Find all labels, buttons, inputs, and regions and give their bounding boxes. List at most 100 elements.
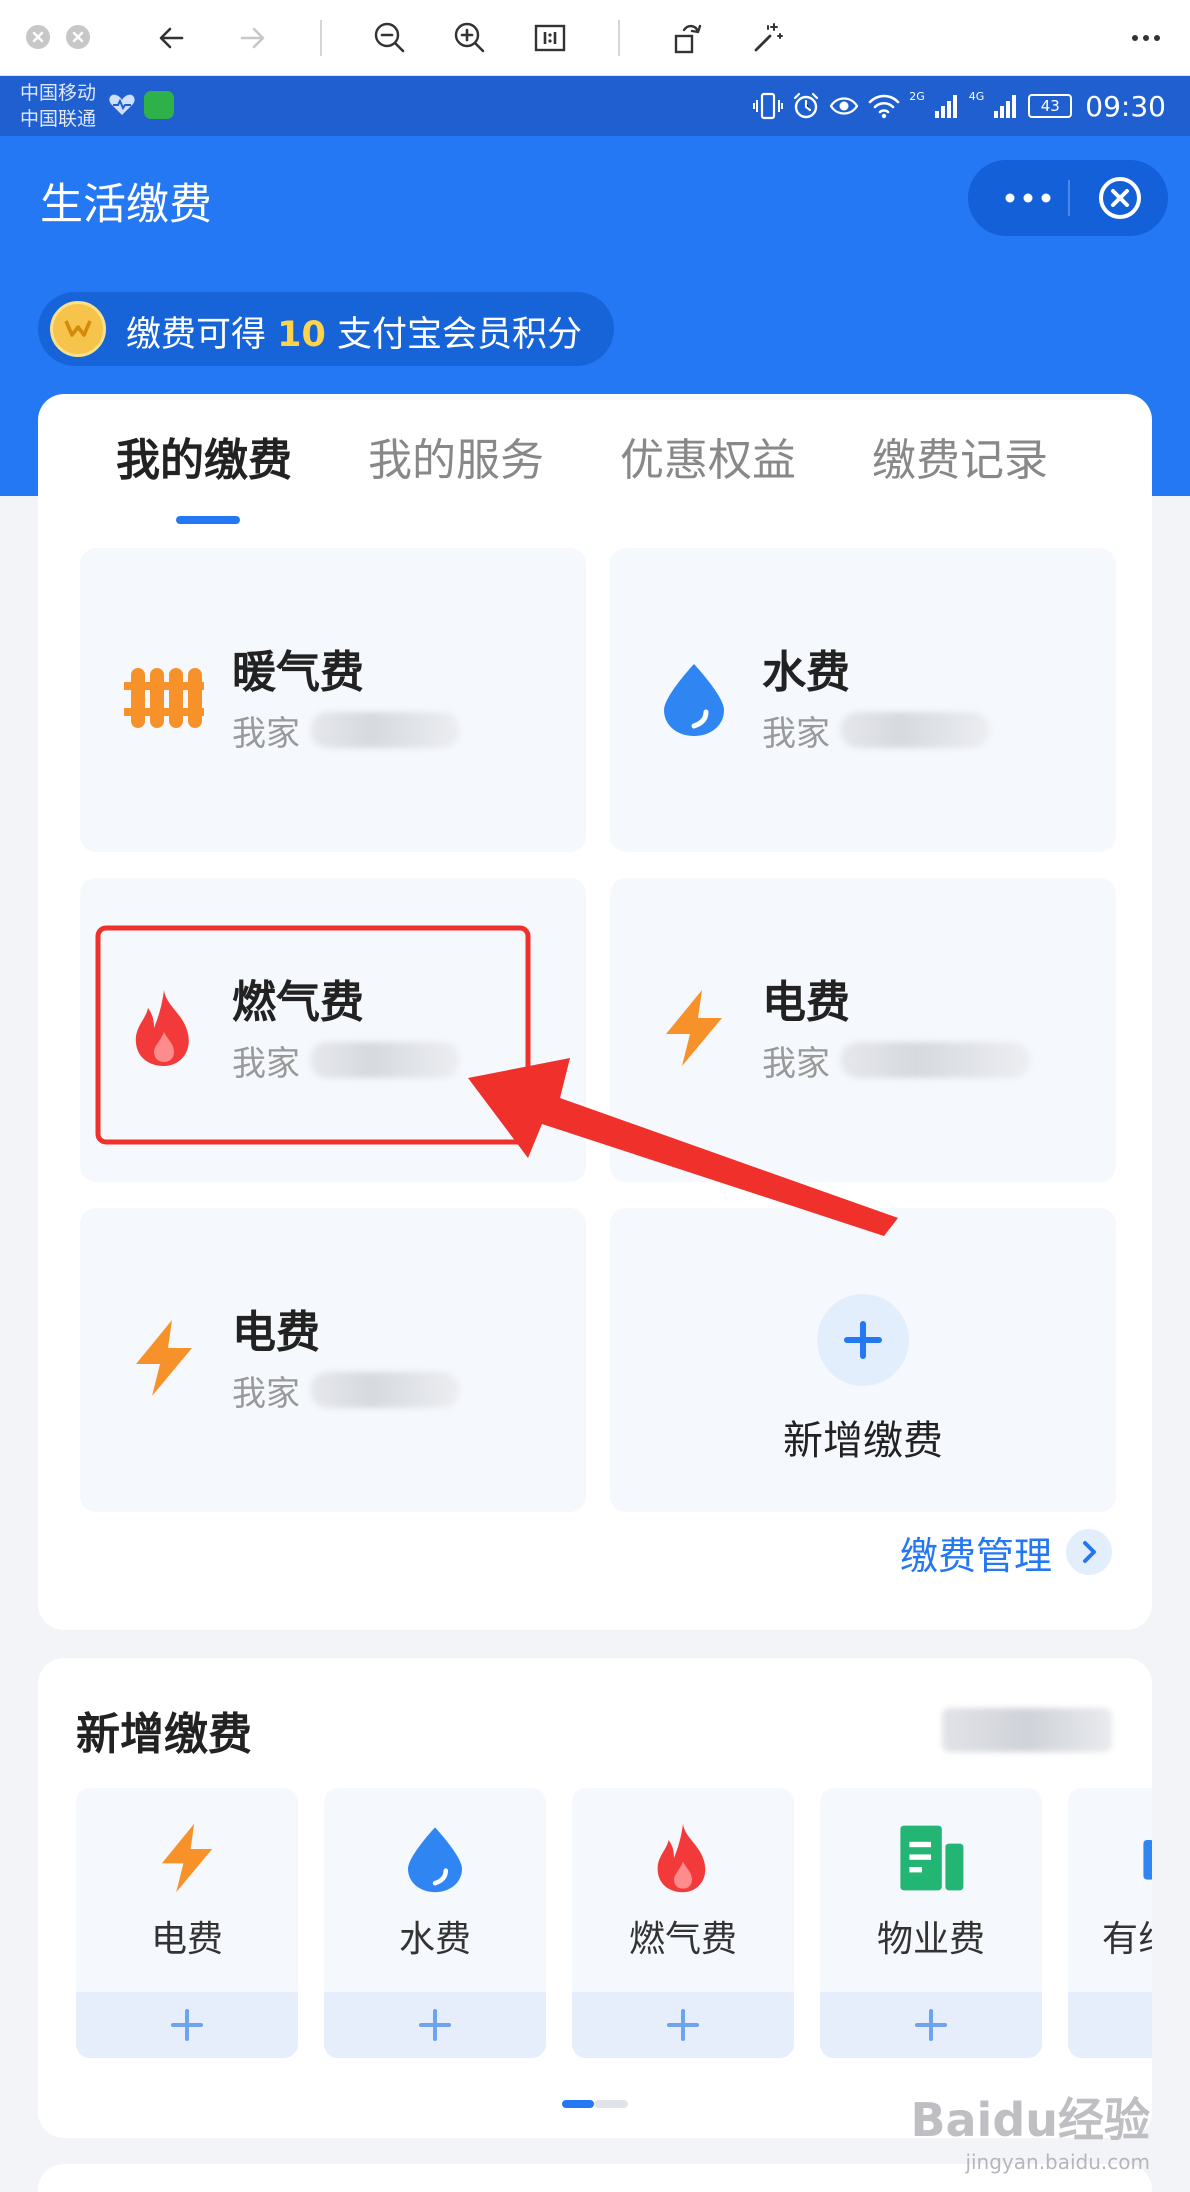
clock-time: 09:30 xyxy=(1085,89,1166,123)
close-window-icon[interactable] xyxy=(26,25,50,49)
battery-level: 43 xyxy=(1028,94,1073,118)
vibrate-icon xyxy=(753,92,784,120)
forward-arrow-icon[interactable] xyxy=(234,20,270,56)
tab-my-payments[interactable]: 我的缴费 xyxy=(116,424,292,488)
toolbar-divider xyxy=(320,20,322,56)
tab-payment-records[interactable]: 缴费记录 xyxy=(872,424,1048,488)
payment-account-label: 我家 xyxy=(762,1044,830,1084)
back-arrow-icon[interactable] xyxy=(154,20,190,56)
plus-icon xyxy=(915,2009,947,2041)
lightning-icon xyxy=(666,990,722,1066)
add-button[interactable] xyxy=(1068,1992,1152,2058)
payment-tile-electricity[interactable]: 电费 我家 xyxy=(610,878,1116,1182)
new-payment-water[interactable]: 水费 xyxy=(324,1788,546,2058)
radiator-icon xyxy=(124,668,204,728)
zoom-in-icon[interactable] xyxy=(452,20,488,56)
page-title: 生活缴费 xyxy=(40,180,212,230)
redacted-account-number xyxy=(310,1372,460,1408)
redacted-location xyxy=(942,1708,1112,1752)
image-viewer-toolbar xyxy=(0,0,1190,76)
payment-account-label: 我家 xyxy=(232,714,300,754)
payment-name: 暖气费 xyxy=(232,647,364,698)
carrier-name: 中国联通 xyxy=(20,108,97,130)
medal-icon xyxy=(50,301,106,357)
chevron-right-icon xyxy=(1066,1529,1112,1575)
payment-account-label: 我家 xyxy=(232,1374,300,1414)
mini-program-capsule xyxy=(968,160,1168,236)
promo-text: 缴费可得 10 支付宝会员积分 xyxy=(126,315,583,355)
new-payment-label: 有线 xyxy=(1102,1919,1152,1960)
health-heart-icon xyxy=(109,94,135,115)
wifi-icon xyxy=(868,94,900,119)
payment-tile-heating[interactable]: 暖气费 我家 xyxy=(80,548,586,852)
water-drop-icon xyxy=(664,664,724,736)
payment-name: 电费 xyxy=(232,1307,320,1358)
pagination-dot xyxy=(594,2100,628,2108)
new-payment-cable-tv[interactable]: 有线 xyxy=(1068,1788,1152,2058)
gas-flame-icon xyxy=(657,1823,706,1893)
payment-management-label: 缴费管理 xyxy=(899,1533,1052,1578)
new-payment-label: 电费 xyxy=(150,1919,223,1960)
eye-comfort-icon xyxy=(829,97,859,115)
toolbar-divider xyxy=(618,20,620,56)
magic-wand-icon[interactable] xyxy=(750,20,786,56)
new-payment-property[interactable]: 物业费 xyxy=(820,1788,1042,2058)
signal-strength-icon xyxy=(994,95,1017,118)
payment-account-label: 我家 xyxy=(762,714,830,754)
lightning-icon xyxy=(161,1823,213,1893)
tab-my-services[interactable]: 我的服务 xyxy=(368,424,544,488)
plus-icon xyxy=(844,1321,882,1359)
payment-name: 水费 xyxy=(762,647,850,698)
gas-flame-icon xyxy=(135,990,189,1066)
plus-icon xyxy=(171,2009,203,2041)
add-circle xyxy=(817,1294,909,1386)
section-title: 新增缴费 xyxy=(76,1709,252,1760)
baidu-watermark: Baidu经验 jingyan.baidu.com xyxy=(910,2084,1150,2174)
new-payment-label: 物业费 xyxy=(876,1919,985,1960)
actual-size-icon[interactable] xyxy=(532,20,568,56)
network-type-label: 4G xyxy=(968,90,985,103)
redacted-account-number xyxy=(310,1042,460,1078)
add-button[interactable] xyxy=(324,1992,546,2058)
watermark-url: jingyan.baidu.com xyxy=(965,2150,1150,2174)
more-options-icon[interactable] xyxy=(1128,20,1164,56)
add-button[interactable] xyxy=(76,1992,298,2058)
add-button[interactable] xyxy=(572,1992,794,2058)
new-payment-label: 水费 xyxy=(398,1919,471,1960)
payment-name: 电费 xyxy=(762,977,850,1028)
app-notification-icon xyxy=(144,91,174,119)
payment-management-link[interactable]: 缴费管理 xyxy=(900,1524,1112,1580)
add-button[interactable] xyxy=(820,1992,1042,2058)
carousel-pagination xyxy=(562,2100,628,2108)
add-payment-tile[interactable]: 新增缴费 xyxy=(610,1208,1116,1512)
water-drop-icon xyxy=(408,1827,462,1893)
status-bar: 中国移动 中国联通 2G 4G 43 09:30 xyxy=(0,76,1190,136)
new-payment-label: 燃气费 xyxy=(628,1919,737,1960)
payment-name: 燃气费 xyxy=(232,977,364,1028)
payment-tile-electricity-2[interactable]: 电费 我家 xyxy=(80,1208,586,1512)
new-payment-gas[interactable]: 燃气费 xyxy=(572,1788,794,2058)
lightning-icon xyxy=(136,1320,192,1396)
rotate-icon[interactable] xyxy=(670,20,706,56)
network-type-label: 2G xyxy=(909,90,925,103)
payment-tile-gas[interactable]: 燃气费 我家 xyxy=(80,878,586,1182)
pagination-dot-active xyxy=(562,2100,594,2108)
plus-icon xyxy=(667,2009,699,2041)
points-promo-banner[interactable]: 缴费可得 10 支付宝会员积分 xyxy=(38,292,614,366)
tab-benefits[interactable]: 优惠权益 xyxy=(620,424,796,488)
close-icon[interactable] xyxy=(1096,174,1144,222)
alarm-clock-icon xyxy=(794,92,819,119)
payment-tile-water[interactable]: 水费 我家 xyxy=(610,548,1116,852)
signal-strength-icon xyxy=(934,95,957,118)
redacted-account-number xyxy=(840,1042,1030,1078)
promo-points: 10 xyxy=(277,315,326,355)
more-icon[interactable] xyxy=(996,178,1060,218)
new-payment-electricity[interactable]: 电费 xyxy=(76,1788,298,2058)
redacted-account-number xyxy=(310,712,460,748)
minimize-window-icon[interactable] xyxy=(66,25,90,49)
carrier-name: 中国移动 xyxy=(20,82,97,104)
redacted-account-number xyxy=(840,712,990,748)
plus-icon xyxy=(419,2009,451,2041)
watermark-logo: Baidu经验 xyxy=(910,2093,1150,2147)
zoom-out-icon[interactable] xyxy=(372,20,408,56)
